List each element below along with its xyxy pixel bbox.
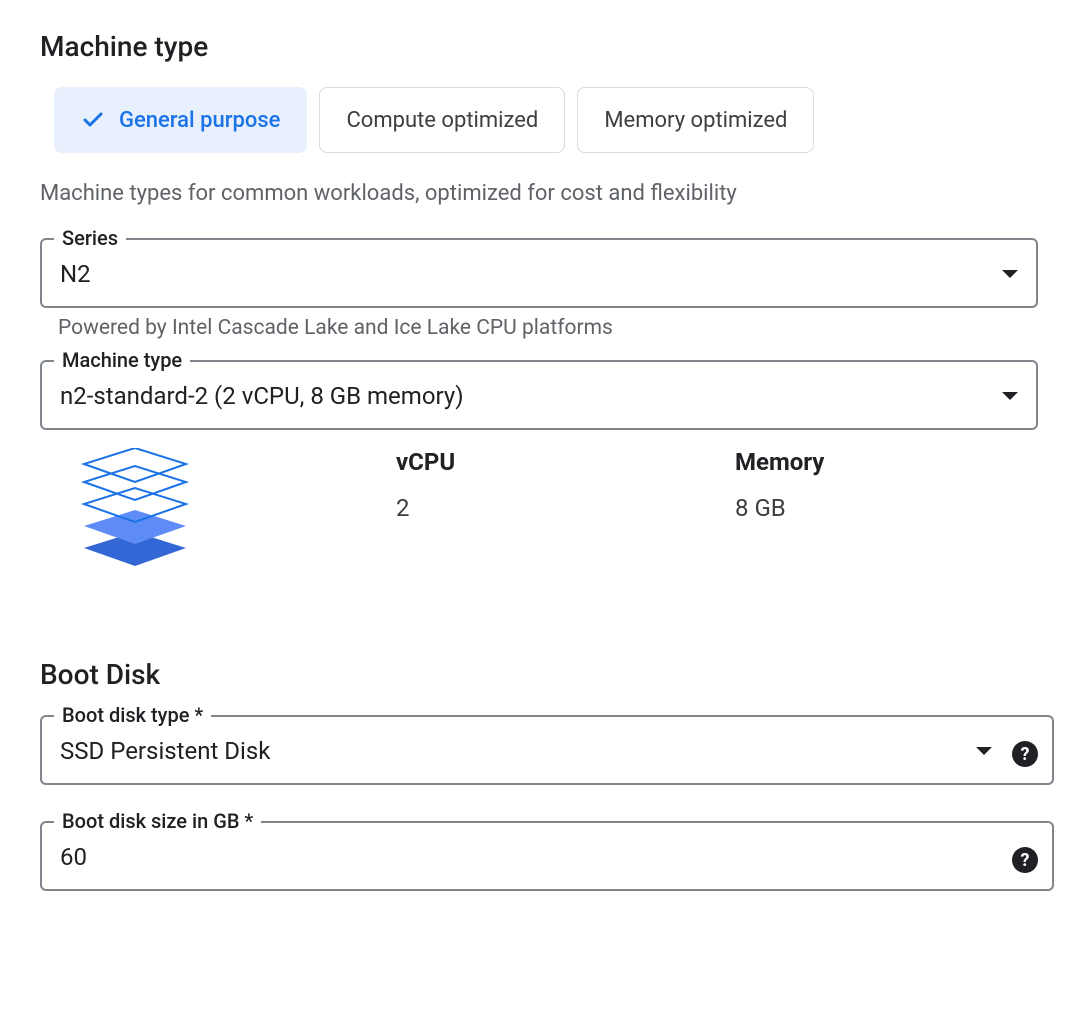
boot-disk-size-field[interactable]: Boot disk size in GB *: [40, 821, 1054, 891]
boot-disk-size-input[interactable]: [60, 843, 992, 871]
machine-type-heading: Machine type: [40, 30, 1038, 63]
vcpu-label: vCPU: [396, 448, 699, 476]
series-label: Series: [54, 226, 126, 250]
machine-type-value: n2-standard-2 (2 vCPU, 8 GB memory): [60, 382, 1002, 410]
boot-disk-type-label: Boot disk type *: [54, 703, 211, 727]
boot-disk-type-value: SSD Persistent Disk: [60, 737, 976, 765]
memory-value: 8 GB: [735, 494, 1038, 522]
memory-label: Memory: [735, 448, 1038, 476]
stack-layers-icon: [70, 448, 200, 568]
machine-family-description: Machine types for common workloads, opti…: [40, 181, 1038, 206]
help-icon[interactable]: ?: [1012, 847, 1038, 873]
boot-disk-type-field[interactable]: Boot disk type * SSD Persistent Disk: [40, 715, 1054, 785]
tab-compute-optimized[interactable]: Compute optimized: [319, 87, 565, 153]
tab-label: General purpose: [119, 108, 280, 133]
help-icon[interactable]: ?: [1012, 741, 1038, 767]
machine-type-section: Machine type General purpose Compute opt…: [40, 30, 1038, 568]
series-field[interactable]: Series N2: [40, 238, 1038, 308]
chevron-down-icon: [1002, 392, 1018, 400]
chevron-down-icon: [1002, 270, 1018, 278]
chevron-down-icon: [976, 747, 992, 755]
machine-type-label: Machine type: [54, 348, 190, 372]
boot-disk-section: Boot Disk Boot disk type * SSD Persisten…: [40, 658, 1038, 899]
vcpu-value: 2: [396, 494, 699, 522]
series-helper: Powered by Intel Cascade Lake and Ice La…: [40, 316, 1038, 340]
tab-label: Compute optimized: [346, 108, 538, 133]
series-value: N2: [60, 260, 1002, 288]
tab-label: Memory optimized: [604, 108, 787, 133]
boot-disk-size-label: Boot disk size in GB *: [54, 809, 261, 833]
tab-memory-optimized[interactable]: Memory optimized: [577, 87, 814, 153]
machine-type-field[interactable]: Machine type n2-standard-2 (2 vCPU, 8 GB…: [40, 360, 1038, 430]
tab-general-purpose[interactable]: General purpose: [54, 87, 307, 153]
machine-family-tabs: General purpose Compute optimized Memory…: [40, 87, 1038, 153]
boot-disk-heading: Boot Disk: [40, 658, 1038, 691]
machine-specs: vCPU 2 Memory 8 GB: [40, 448, 1038, 568]
check-icon: [81, 108, 105, 132]
